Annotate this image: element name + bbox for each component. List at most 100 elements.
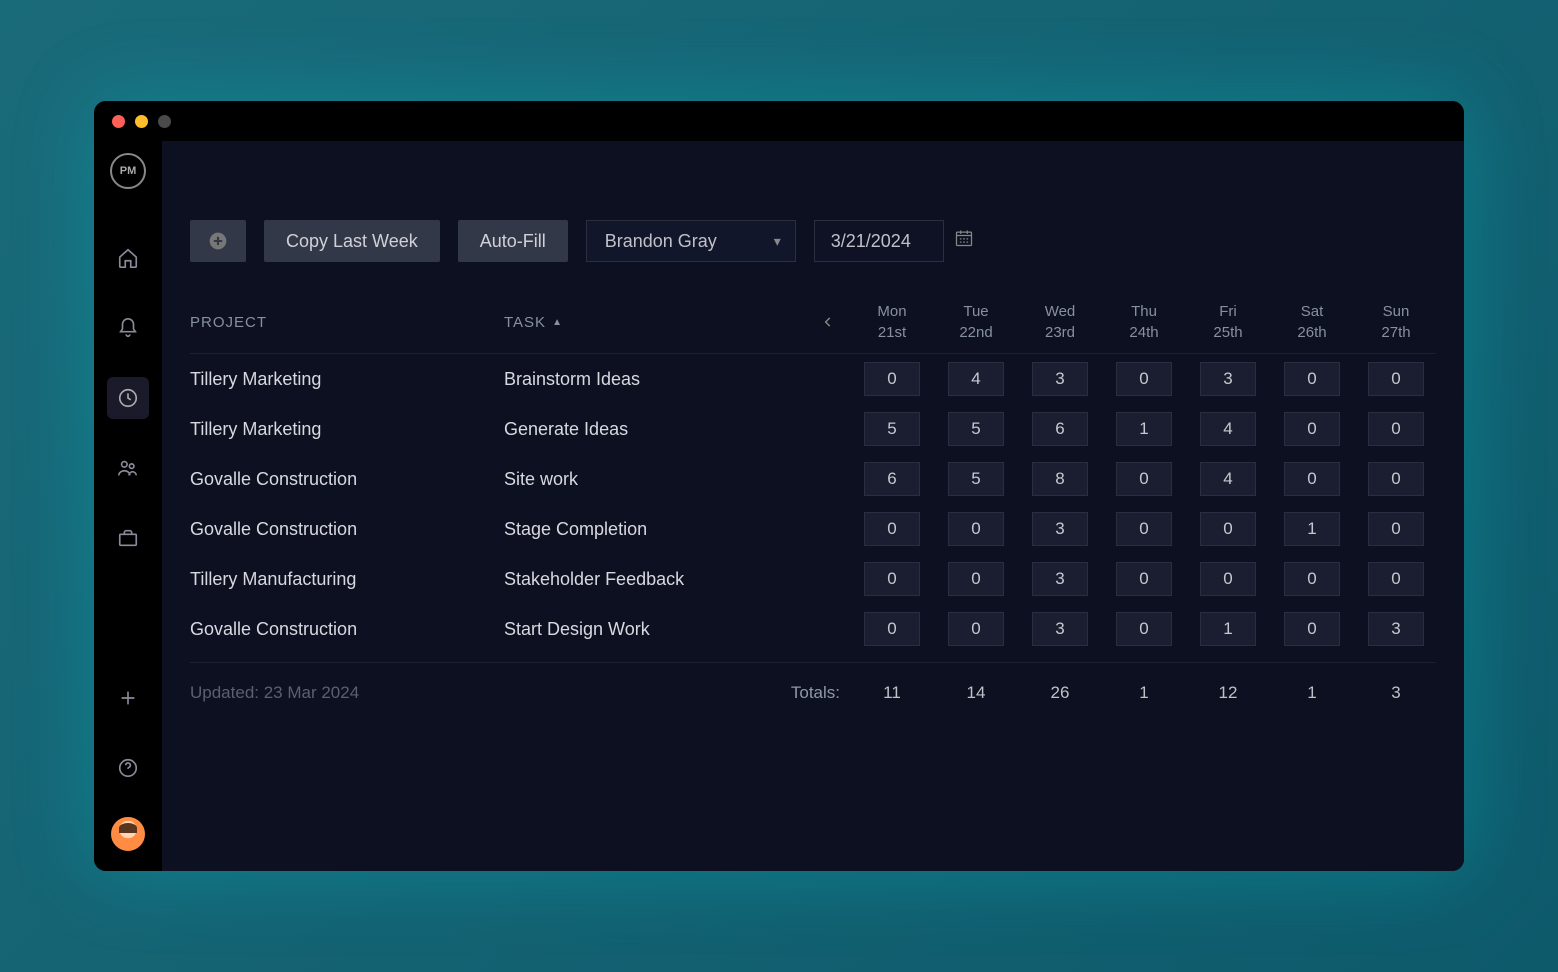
calendar-icon[interactable] <box>954 228 974 254</box>
hours-input[interactable]: 3 <box>1368 612 1424 646</box>
user-select[interactable]: Brandon Gray <box>586 220 796 262</box>
column-header-task[interactable]: TASK ▲ <box>504 314 804 331</box>
hours-input[interactable]: 0 <box>1284 362 1340 396</box>
nav-help[interactable] <box>107 747 149 789</box>
prev-week-button[interactable] <box>808 315 848 329</box>
project-cell: Tillery Marketing <box>190 419 500 440</box>
project-cell: Tillery Marketing <box>190 369 500 390</box>
nav-notifications[interactable] <box>107 307 149 349</box>
bell-icon <box>117 317 139 339</box>
hours-input[interactable]: 1 <box>1284 512 1340 546</box>
hours-input[interactable]: 0 <box>1116 612 1172 646</box>
add-row-button[interactable] <box>190 220 246 262</box>
hours-input[interactable]: 3 <box>1032 362 1088 396</box>
hours-input[interactable]: 0 <box>1368 412 1424 446</box>
total-thu: 1 <box>1104 683 1184 703</box>
hours-input[interactable]: 0 <box>1200 512 1256 546</box>
hours-input[interactable]: 0 <box>1284 412 1340 446</box>
nav-timesheet[interactable] <box>107 377 149 419</box>
day-header-mon: Mon21st <box>852 301 932 343</box>
total-mon: 11 <box>852 683 932 703</box>
hours-input[interactable]: 0 <box>948 512 1004 546</box>
hours-input[interactable]: 0 <box>948 562 1004 596</box>
hours-input[interactable]: 3 <box>1032 612 1088 646</box>
hours-input[interactable]: 0 <box>864 612 920 646</box>
table-row: Govalle ConstructionSite work6580400 <box>190 454 1436 504</box>
hours-input[interactable]: 0 <box>864 362 920 396</box>
updated-timestamp: Updated: 23 Mar 2024 <box>190 683 500 703</box>
table-row: Tillery MarketingGenerate Ideas5561400 <box>190 404 1436 454</box>
hours-input[interactable]: 1 <box>1116 412 1172 446</box>
hours-input[interactable]: 0 <box>1116 362 1172 396</box>
people-icon <box>117 457 139 479</box>
totals-label: Totals: <box>748 683 848 703</box>
hours-input[interactable]: 0 <box>1368 562 1424 596</box>
day-header-sun: Sun27th <box>1356 301 1436 343</box>
main-content: Copy Last Week Auto-Fill Brandon Gray 3/… <box>162 141 1464 871</box>
hours-input[interactable]: 4 <box>1200 462 1256 496</box>
hours-input[interactable]: 6 <box>1032 412 1088 446</box>
table-row: Govalle ConstructionStart Design Work003… <box>190 604 1436 654</box>
hours-input[interactable]: 0 <box>1116 462 1172 496</box>
hours-input[interactable]: 5 <box>948 412 1004 446</box>
chevron-left-icon <box>821 315 835 329</box>
user-avatar[interactable] <box>111 817 145 851</box>
date-input[interactable]: 3/21/2024 <box>814 220 944 262</box>
hours-input[interactable]: 0 <box>1284 562 1340 596</box>
hours-input[interactable]: 4 <box>1200 412 1256 446</box>
maximize-window-button[interactable] <box>158 115 171 128</box>
hours-input[interactable]: 0 <box>948 612 1004 646</box>
day-header-fri: Fri25th <box>1188 301 1268 343</box>
hours-input[interactable]: 0 <box>1368 362 1424 396</box>
auto-fill-button[interactable]: Auto-Fill <box>458 220 568 262</box>
minimize-window-button[interactable] <box>135 115 148 128</box>
total-fri: 12 <box>1188 683 1268 703</box>
task-cell: Site work <box>504 469 804 490</box>
app-window: PM <box>94 101 1464 871</box>
nav-home[interactable] <box>107 237 149 279</box>
hours-input[interactable]: 0 <box>1284 612 1340 646</box>
plus-icon <box>117 687 139 709</box>
clock-icon <box>117 387 139 409</box>
hours-input[interactable]: 0 <box>864 512 920 546</box>
toolbar: Copy Last Week Auto-Fill Brandon Gray 3/… <box>162 201 1464 281</box>
hours-input[interactable]: 4 <box>948 362 1004 396</box>
copy-last-week-button[interactable]: Copy Last Week <box>264 220 440 262</box>
table-footer: Updated: 23 Mar 2024 Totals: 11 14 26 1 … <box>190 662 1436 722</box>
total-sat: 1 <box>1272 683 1352 703</box>
hours-input[interactable]: 1 <box>1200 612 1256 646</box>
hours-input[interactable]: 3 <box>1200 362 1256 396</box>
hours-input[interactable]: 8 <box>1032 462 1088 496</box>
close-window-button[interactable] <box>112 115 125 128</box>
hours-input[interactable]: 0 <box>1368 462 1424 496</box>
hours-input[interactable]: 5 <box>948 462 1004 496</box>
sidebar: PM <box>94 141 162 871</box>
table-row: Tillery MarketingBrainstorm Ideas0430300 <box>190 354 1436 404</box>
project-cell: Govalle Construction <box>190 469 500 490</box>
hours-input[interactable]: 3 <box>1032 562 1088 596</box>
titlebar <box>94 101 1464 141</box>
day-header-sat: Sat26th <box>1272 301 1352 343</box>
hours-input[interactable]: 3 <box>1032 512 1088 546</box>
plus-circle-icon <box>208 231 228 251</box>
hours-input[interactable]: 0 <box>1116 512 1172 546</box>
column-header-project[interactable]: PROJECT <box>190 314 500 331</box>
table-row: Govalle ConstructionStage Completion0030… <box>190 504 1436 554</box>
hours-input[interactable]: 5 <box>864 412 920 446</box>
home-icon <box>117 247 139 269</box>
nav-people[interactable] <box>107 447 149 489</box>
total-sun: 3 <box>1356 683 1436 703</box>
project-cell: Govalle Construction <box>190 519 500 540</box>
hours-input[interactable]: 0 <box>1200 562 1256 596</box>
project-cell: Tillery Manufacturing <box>190 569 500 590</box>
hours-input[interactable]: 0 <box>1284 462 1340 496</box>
hours-input[interactable]: 0 <box>1116 562 1172 596</box>
task-header-label: TASK <box>504 314 546 331</box>
nav-add[interactable] <box>107 677 149 719</box>
task-cell: Stage Completion <box>504 519 804 540</box>
hours-input[interactable]: 6 <box>864 462 920 496</box>
hours-input[interactable]: 0 <box>1368 512 1424 546</box>
nav-portfolio[interactable] <box>107 517 149 559</box>
hours-input[interactable]: 0 <box>864 562 920 596</box>
project-cell: Govalle Construction <box>190 619 500 640</box>
